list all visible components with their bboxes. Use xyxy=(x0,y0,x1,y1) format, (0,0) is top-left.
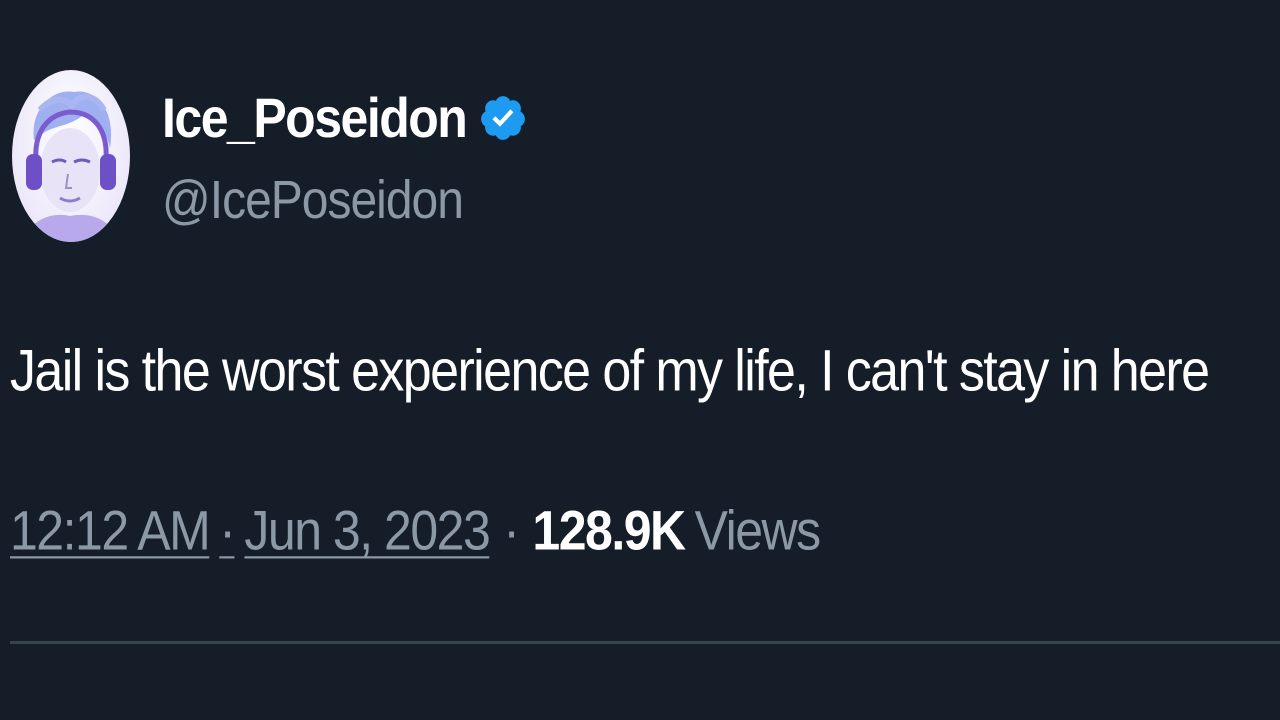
tweet-card: Ice_Poseidon @IcePoseidon Jail is the wo… xyxy=(0,0,1280,720)
timestamp-separator: · xyxy=(219,499,236,562)
tweet-body-text: Jail is the worst experience of my life,… xyxy=(10,339,1210,405)
author-display-name[interactable]: Ice_Poseidon xyxy=(162,86,468,151)
user-avatar-icon xyxy=(22,91,120,242)
author-name-row: Ice_Poseidon xyxy=(162,78,528,158)
tweet-timestamp-link[interactable]: 12:12 AM · Jun 3, 2023 xyxy=(10,498,491,563)
meta-separator: · xyxy=(503,499,520,562)
author-handle[interactable]: @IcePoseidon xyxy=(162,170,464,232)
tweet-time: 12:12 AM xyxy=(10,499,211,562)
views-count: 128.9K xyxy=(532,499,686,562)
tweet-date: Jun 3, 2023 xyxy=(244,499,490,562)
avatar[interactable] xyxy=(12,70,130,242)
divider xyxy=(10,641,1280,644)
verified-badge-icon xyxy=(481,96,526,140)
tweet-meta: 12:12 AM · Jun 3, 2023 · 128.9K Views xyxy=(10,498,821,563)
views-label: Views xyxy=(694,499,821,562)
